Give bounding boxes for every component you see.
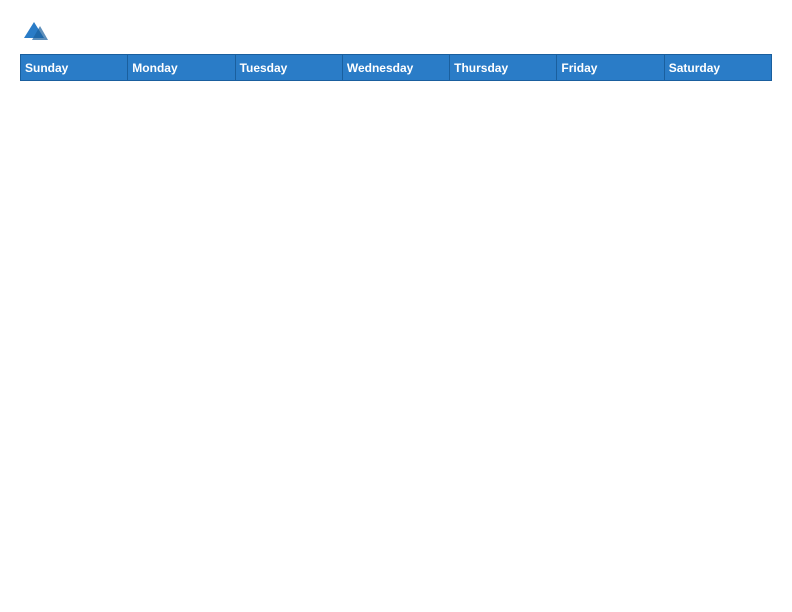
page: SundayMondayTuesdayWednesdayThursdayFrid…: [0, 0, 792, 612]
header: [20, 18, 772, 46]
calendar-day-header: Tuesday: [235, 55, 342, 81]
calendar-day-header: Friday: [557, 55, 664, 81]
calendar-day-header: Thursday: [450, 55, 557, 81]
calendar-day-header: Sunday: [21, 55, 128, 81]
calendar-day-header: Saturday: [664, 55, 771, 81]
logo: [20, 18, 52, 46]
logo-icon: [20, 18, 48, 46]
calendar-day-header: Monday: [128, 55, 235, 81]
calendar-table: SundayMondayTuesdayWednesdayThursdayFrid…: [20, 54, 772, 602]
calendar-day-header: Wednesday: [342, 55, 449, 81]
calendar-header-row: SundayMondayTuesdayWednesdayThursdayFrid…: [21, 55, 772, 81]
